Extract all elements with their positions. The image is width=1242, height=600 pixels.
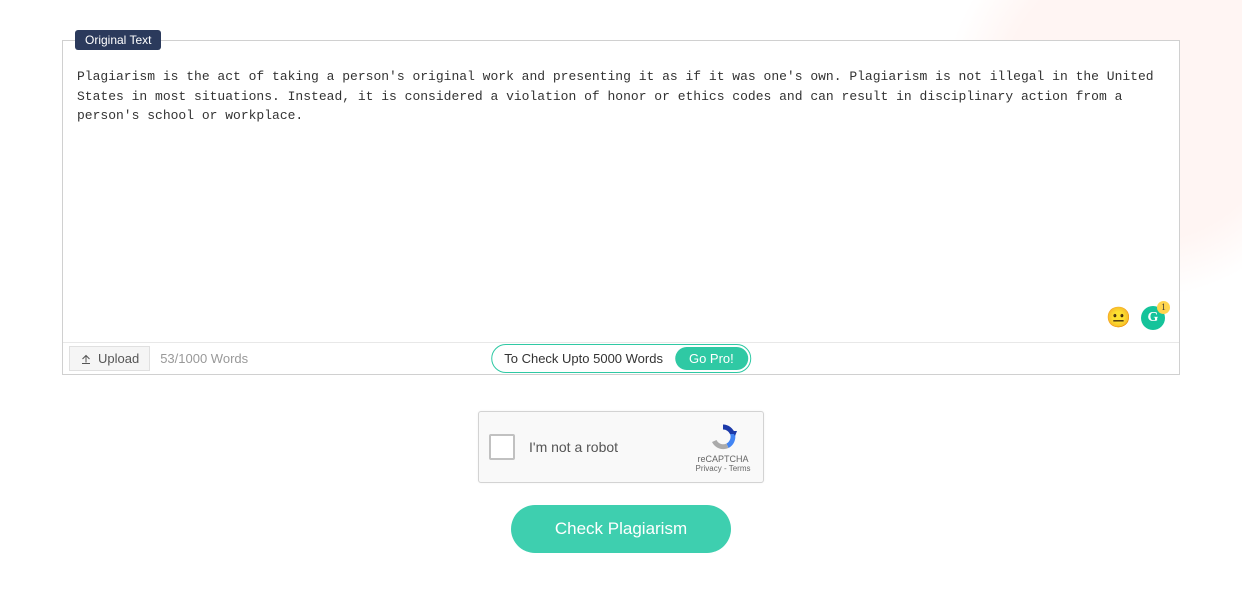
recaptcha-logo-icon [708,422,738,452]
recaptcha-widget: I'm not a robot reCAPTCHA Privacy - Term… [478,411,764,483]
check-button-container: Check Plagiarism [62,505,1180,553]
recaptcha-brand-text: reCAPTCHA [697,454,748,464]
recaptcha-privacy-link[interactable]: Privacy [696,464,722,473]
check-plagiarism-button[interactable]: Check Plagiarism [511,505,731,553]
recaptcha-checkbox[interactable] [489,434,515,460]
floating-icons: 😐 G 1 [1106,305,1165,330]
upload-icon [80,353,92,365]
pro-text: To Check Upto 5000 Words [504,351,663,366]
recaptcha-label: I'm not a robot [529,439,693,455]
upload-button[interactable]: Upload [69,346,150,371]
original-text-badge: Original Text [75,30,161,50]
main-container: Original Text Plagiarism is the act of t… [0,0,1242,553]
pro-upgrade-pill: To Check Upto 5000 Words Go Pro! [491,344,751,373]
recaptcha-links: Privacy - Terms [696,464,751,473]
go-pro-button[interactable]: Go Pro! [675,347,748,370]
recaptcha-terms-link[interactable]: Terms [729,464,751,473]
captcha-container: I'm not a robot reCAPTCHA Privacy - Term… [62,411,1180,483]
emoji-neutral-icon[interactable]: 😐 [1106,305,1131,330]
grammarly-count-badge: 1 [1157,301,1170,314]
text-input-area[interactable]: Plagiarism is the act of taking a person… [63,41,1179,336]
word-count: 53/1000 Words [160,351,248,366]
recaptcha-branding: reCAPTCHA Privacy - Terms [693,422,753,473]
upload-label: Upload [98,351,139,366]
editor-bottom-bar: Upload 53/1000 Words To Check Upto 5000 … [63,342,1179,374]
text-editor-box: Original Text Plagiarism is the act of t… [62,40,1180,375]
grammarly-icon[interactable]: G 1 [1141,306,1165,330]
